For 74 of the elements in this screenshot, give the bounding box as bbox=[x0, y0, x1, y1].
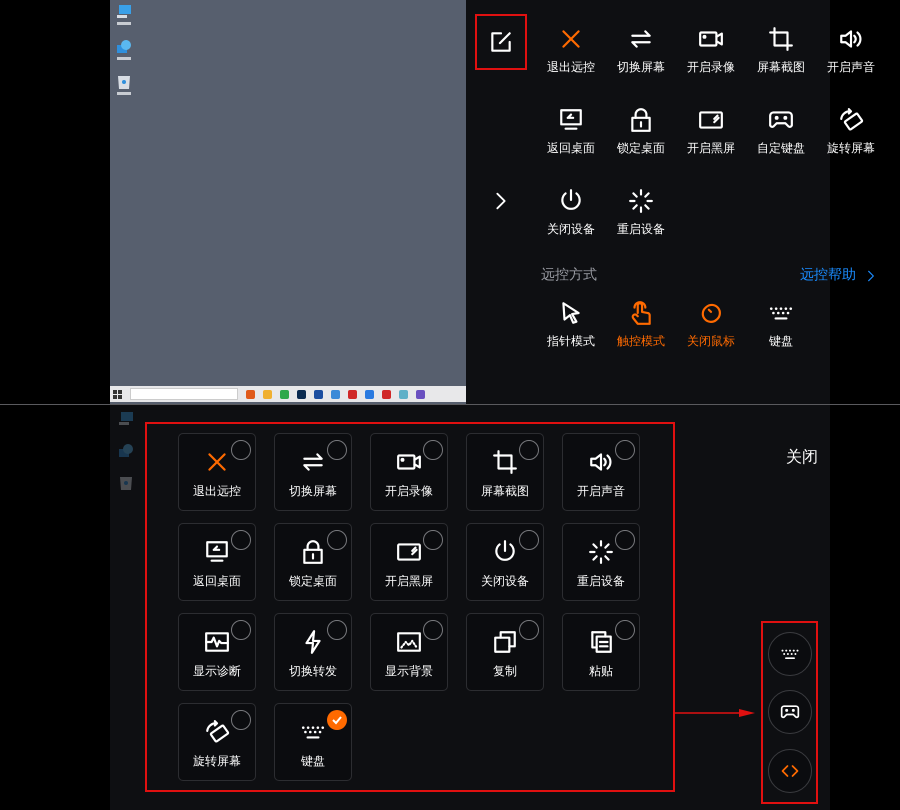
action-button[interactable]: 关闭设备 bbox=[536, 176, 606, 257]
checkbox[interactable] bbox=[422, 530, 443, 550]
checkbox[interactable] bbox=[518, 440, 539, 460]
help-link[interactable]: 远控帮助 bbox=[800, 265, 878, 286]
copy-icon bbox=[492, 629, 518, 655]
checkbox[interactable] bbox=[230, 710, 251, 730]
action-button[interactable]: 返回桌面 bbox=[536, 95, 606, 176]
mode-button[interactable]: 关闭鼠标 bbox=[676, 300, 746, 350]
checkbox[interactable] bbox=[518, 620, 539, 640]
action-tile[interactable]: 关闭设备 bbox=[466, 523, 544, 601]
action-button[interactable]: 重启设备 bbox=[606, 176, 676, 257]
action-tile[interactable]: 显示诊断 bbox=[178, 613, 256, 691]
action-tile[interactable]: 返回桌面 bbox=[178, 523, 256, 601]
action-tile[interactable]: 重启设备 bbox=[562, 523, 640, 601]
checkbox[interactable] bbox=[614, 440, 635, 460]
checkbox[interactable] bbox=[422, 620, 443, 640]
checkbox[interactable] bbox=[326, 710, 347, 730]
rotate-icon bbox=[204, 719, 230, 745]
checkbox[interactable] bbox=[326, 530, 347, 550]
action-tile[interactable]: 屏幕截图 bbox=[466, 433, 544, 511]
action-button[interactable]: 锁定桌面 bbox=[606, 95, 676, 176]
taskbar-search-field[interactable] bbox=[130, 388, 238, 400]
loading-icon bbox=[628, 188, 654, 214]
checkbox[interactable] bbox=[326, 440, 347, 460]
floating-button[interactable] bbox=[768, 690, 812, 734]
checkbox[interactable] bbox=[230, 620, 251, 640]
action-tile[interactable]: 退出远控 bbox=[178, 433, 256, 511]
monitor-icon bbox=[558, 107, 584, 133]
action-button[interactable]: 旋转屏幕 bbox=[816, 95, 886, 176]
action-tile[interactable]: 开启黑屏 bbox=[370, 523, 448, 601]
computer-icon bbox=[118, 411, 134, 427]
crop-icon bbox=[492, 449, 518, 475]
action-tile[interactable]: 复制 bbox=[466, 613, 544, 691]
checkbox[interactable] bbox=[422, 440, 443, 460]
checkbox[interactable] bbox=[230, 440, 251, 460]
network-icon bbox=[118, 443, 134, 459]
close-button[interactable]: 关闭 bbox=[786, 445, 818, 469]
action-tile[interactable]: 切换转发 bbox=[274, 613, 352, 691]
edit-button[interactable] bbox=[475, 14, 527, 70]
action-tile[interactable]: 切换屏幕 bbox=[274, 433, 352, 511]
monitor-icon bbox=[204, 539, 230, 565]
recycle-bin-icon bbox=[118, 475, 134, 491]
action-button[interactable]: 开启录像 bbox=[676, 14, 746, 95]
mode-button[interactable]: 触控模式 bbox=[606, 300, 676, 350]
action-button[interactable]: 退出远控 bbox=[536, 14, 606, 95]
action-button[interactable]: 自定键盘 bbox=[746, 95, 816, 176]
network-icon bbox=[116, 39, 132, 55]
action-button[interactable]: 开启声音 bbox=[816, 14, 886, 95]
computer-icon bbox=[116, 4, 132, 20]
loading-icon bbox=[588, 539, 614, 565]
rotate-icon bbox=[838, 107, 864, 133]
crop-icon bbox=[768, 26, 794, 52]
action-tile[interactable]: 显示背景 bbox=[370, 613, 448, 691]
action-button[interactable]: 屏幕截图 bbox=[746, 14, 816, 95]
action-tile[interactable]: 键盘 bbox=[274, 703, 352, 781]
action-button[interactable]: 开启黑屏 bbox=[676, 95, 746, 176]
action-tile[interactable]: 粘贴 bbox=[562, 613, 640, 691]
checkbox[interactable] bbox=[518, 530, 539, 550]
checkbox[interactable] bbox=[230, 530, 251, 550]
checkbox[interactable] bbox=[326, 620, 347, 640]
checkmark-icon bbox=[330, 714, 343, 726]
section-title: 远控方式 bbox=[541, 266, 597, 285]
mode-button[interactable]: 指针模式 bbox=[536, 300, 606, 350]
checkbox[interactable] bbox=[614, 620, 635, 640]
mode-button[interactable]: 键盘 bbox=[746, 300, 816, 350]
checkbox[interactable] bbox=[614, 530, 635, 550]
action-tile[interactable]: 开启录像 bbox=[370, 433, 448, 511]
windows-logo-icon bbox=[113, 390, 122, 398]
action-tile[interactable]: 旋转屏幕 bbox=[178, 703, 256, 781]
action-tile[interactable]: 锁定桌面 bbox=[274, 523, 352, 601]
action-tile[interactable]: 开启声音 bbox=[562, 433, 640, 511]
recycle-bin-icon bbox=[116, 74, 132, 90]
action-button[interactable]: 切换屏幕 bbox=[606, 14, 676, 95]
floating-button[interactable] bbox=[768, 632, 812, 676]
